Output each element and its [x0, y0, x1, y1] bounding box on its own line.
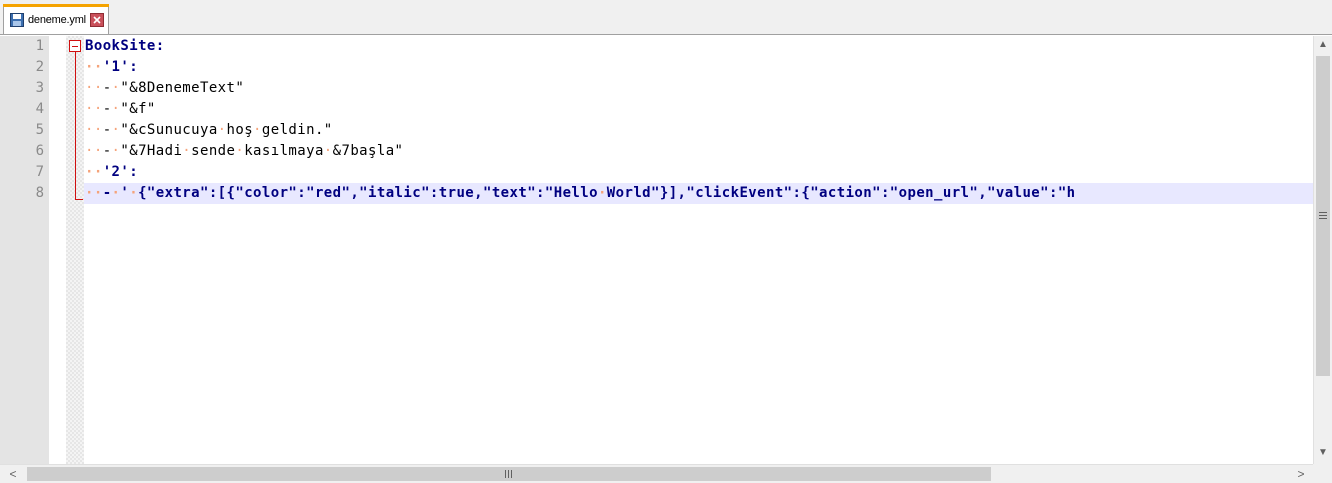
grip-line: [1319, 218, 1327, 219]
code-line-2[interactable]: ··'1':: [85, 57, 138, 78]
up-arrow-icon[interactable]: ▲: [1314, 36, 1332, 54]
code-line-4[interactable]: ··-·"&f": [85, 99, 156, 120]
line-number: 1: [35, 38, 44, 54]
code-editor[interactable]: 1 2 3 4 5 6 7 8 BookSite: ··'1': ··-·"&8…: [0, 36, 1313, 464]
horizontal-scrollbar[interactable]: < >: [0, 464, 1313, 483]
code-line-3[interactable]: ··-·"&8DenemeText": [85, 78, 244, 99]
code-line-8[interactable]: ··-·'·{"extra":[{"color":"red","italic":…: [85, 183, 1076, 204]
left-arrow-icon[interactable]: <: [4, 465, 22, 483]
tab-deneme-yml[interactable]: deneme.yml: [3, 4, 109, 34]
grip-line: [1319, 212, 1327, 213]
active-tab-accent: [3, 4, 109, 7]
code-line-7[interactable]: ··'2':: [85, 162, 138, 183]
line-number-gutter: 1 2 3 4 5 6 7 8: [0, 36, 49, 464]
code-line-5[interactable]: ··-·"&cSunucuya·hoş·geldin.": [85, 120, 333, 141]
line-number: 2: [35, 59, 44, 75]
vertical-scroll-thumb[interactable]: [1316, 56, 1330, 376]
line-number: 4: [35, 101, 44, 117]
line-number: 7: [35, 164, 44, 180]
grip-line: [505, 470, 506, 478]
right-arrow-icon[interactable]: >: [1292, 465, 1310, 483]
scrollbar-corner: [1313, 464, 1332, 483]
vertical-scrollbar[interactable]: ▲ ▼: [1313, 36, 1332, 464]
code-line-6[interactable]: ··-·"&7Hadi·sende·kasılmaya·&7başla": [85, 141, 403, 162]
line-number: 8: [35, 185, 44, 201]
line-number: 6: [35, 143, 44, 159]
fold-guide-line: [75, 52, 76, 200]
fold-collapse-icon[interactable]: [69, 40, 81, 52]
line-number: 3: [35, 80, 44, 96]
floppy-disk-icon: [10, 13, 24, 27]
horizontal-scroll-thumb[interactable]: [27, 467, 991, 481]
code-line-1[interactable]: BookSite:: [85, 36, 165, 57]
grip-line: [508, 470, 509, 478]
close-icon[interactable]: [90, 13, 104, 27]
tab-bar: deneme.yml: [0, 0, 1332, 35]
grip-line: [511, 470, 512, 478]
line-number: 5: [35, 122, 44, 138]
fold-end-marker: [75, 199, 83, 200]
grip-line: [1319, 215, 1327, 216]
down-arrow-icon[interactable]: ▼: [1314, 444, 1332, 462]
tab-label: deneme.yml: [28, 14, 86, 26]
